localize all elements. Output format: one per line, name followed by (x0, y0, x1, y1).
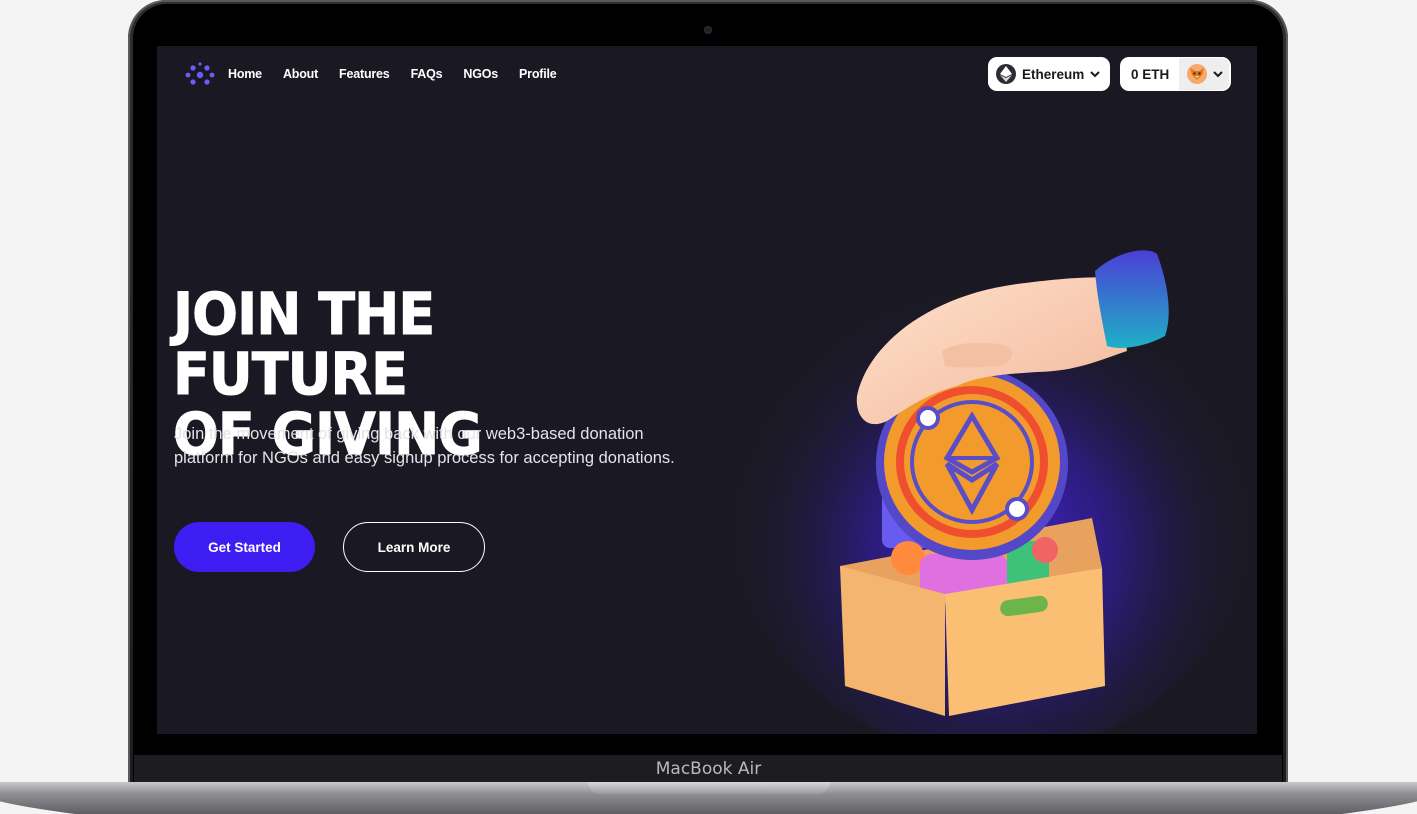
nav-profile[interactable]: Profile (519, 67, 557, 81)
account-menu[interactable] (1179, 58, 1230, 90)
camera-icon (704, 26, 712, 34)
nav-faqs[interactable]: FAQs (411, 67, 443, 81)
website-screen: Home About Features FAQs NGOs Profile Et… (157, 46, 1257, 734)
top-navbar: Home About Features FAQs NGOs Profile Et… (157, 46, 1257, 102)
laptop-notch (588, 782, 830, 794)
hero-subtitle: Join the movement of giving back with ou… (174, 425, 675, 467)
chevron-down-icon (1090, 71, 1100, 78)
ethereum-icon (996, 64, 1016, 84)
get-started-button[interactable]: Get Started (174, 522, 315, 572)
nav-links: Home About Features FAQs NGOs Profile (228, 67, 557, 81)
nav-about[interactable]: About (283, 67, 318, 81)
logo-icon[interactable] (185, 60, 215, 90)
device-label: MacBook Air (655, 759, 762, 779)
chevron-down-icon (1213, 71, 1223, 78)
donation-illustration (722, 216, 1247, 734)
learn-more-button[interactable]: Learn More (343, 522, 485, 572)
fox-avatar-icon (1187, 64, 1208, 84)
laptop-mockup: Home About Features FAQs NGOs Profile Et… (0, 0, 1417, 814)
nav-home[interactable]: Home (228, 67, 262, 81)
nav-ngos[interactable]: NGOs (463, 67, 498, 81)
network-selector[interactable]: Ethereum (988, 57, 1110, 91)
nav-features[interactable]: Features (339, 67, 390, 81)
wallet-balance: 0 ETH (1131, 66, 1170, 82)
hero-title-line1: Join the future (173, 280, 436, 408)
wallet-button[interactable]: 0 ETH (1120, 57, 1231, 91)
network-label: Ethereum (1022, 66, 1085, 82)
